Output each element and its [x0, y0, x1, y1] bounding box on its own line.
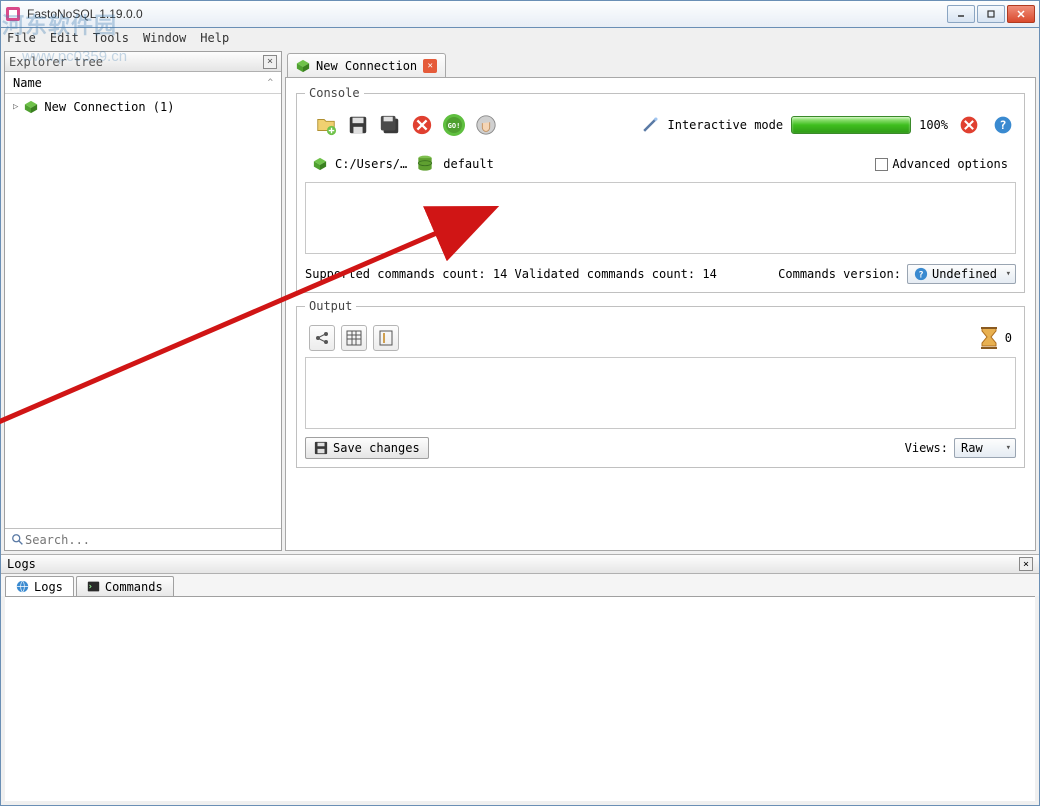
- window-title: FastoNoSQL 1.19.0.0: [27, 7, 947, 21]
- output-legend: Output: [305, 299, 356, 313]
- logs-panel: Logs × Logs Commands: [0, 554, 1040, 806]
- tree-item-connection[interactable]: ▷ New Connection (1): [9, 98, 277, 116]
- logs-tab-logs[interactable]: Logs: [5, 576, 74, 596]
- path-row: C:/Users/… default Advanced options: [305, 148, 1016, 176]
- console-editor[interactable]: [305, 182, 1016, 254]
- detail-icon[interactable]: [373, 325, 399, 351]
- database-icon: [415, 154, 435, 174]
- logs-tab-label: Logs: [34, 580, 63, 594]
- menu-edit[interactable]: Edit: [50, 31, 79, 45]
- tree-item-label: New Connection (1): [44, 100, 174, 114]
- path-label: C:/Users/…: [335, 157, 407, 171]
- floppy-icon: [314, 441, 328, 455]
- go-icon[interactable]: GO!: [441, 112, 467, 138]
- share-icon[interactable]: [309, 325, 335, 351]
- cmd-version-value: Undefined: [932, 267, 997, 281]
- output-fieldset: Output 0 Save changes: [296, 299, 1025, 468]
- explorer-title-label: Explorer tree: [9, 55, 103, 69]
- db-label: default: [443, 157, 494, 171]
- tab-close-icon[interactable]: ✕: [423, 59, 437, 73]
- output-count: 0: [1005, 331, 1012, 345]
- hourglass-icon: [979, 326, 999, 350]
- logs-body[interactable]: [5, 596, 1035, 801]
- help-icon[interactable]: ?: [990, 112, 1016, 138]
- globe-icon: [16, 580, 29, 593]
- logs-tab-commands[interactable]: Commands: [76, 576, 174, 596]
- logs-title: Logs: [7, 557, 36, 571]
- menu-bar: File Edit Tools Window Help: [0, 28, 1040, 48]
- advanced-label: Advanced options: [892, 157, 1008, 171]
- console-status-row: Supported commands count: 14 Validated c…: [305, 260, 1016, 284]
- menu-help[interactable]: Help: [200, 31, 229, 45]
- question-icon: ?: [914, 267, 928, 281]
- hand-icon[interactable]: [473, 112, 499, 138]
- console-fieldset: Console GO! Interactive mode 100% ?: [296, 86, 1025, 293]
- commands-status: Supported commands count: 14 Validated c…: [305, 267, 717, 281]
- db-cube-icon: [313, 157, 327, 171]
- tree-col-name: Name: [13, 76, 42, 90]
- cmd-version-combo[interactable]: ? Undefined: [907, 264, 1016, 284]
- save-icon[interactable]: [345, 112, 371, 138]
- logs-header: Logs ×: [1, 554, 1039, 574]
- views-value: Raw: [961, 441, 983, 455]
- save-all-icon[interactable]: [377, 112, 403, 138]
- save-changes-button[interactable]: Save changes: [305, 437, 429, 459]
- tab-label: New Connection: [316, 59, 417, 73]
- close-button[interactable]: [1007, 5, 1035, 23]
- svg-text:?: ?: [999, 118, 1006, 132]
- db-cube-icon: [24, 100, 38, 114]
- cmd-version-label: Commands version:: [778, 267, 901, 281]
- tree-body: ▷ New Connection (1): [5, 94, 281, 528]
- table-icon[interactable]: [341, 325, 367, 351]
- tab-content: Console GO! Interactive mode 100% ?: [285, 77, 1036, 551]
- output-toolbar: 0: [305, 321, 1016, 355]
- search-input[interactable]: [25, 533, 275, 547]
- wand-icon[interactable]: [640, 115, 660, 135]
- cancel-icon[interactable]: [956, 112, 982, 138]
- maximize-button[interactable]: [977, 5, 1005, 23]
- sort-icon: ^: [268, 78, 273, 88]
- minimize-button[interactable]: [947, 5, 975, 23]
- interactive-mode-label: Interactive mode: [668, 118, 784, 132]
- views-combo[interactable]: Raw: [954, 438, 1016, 458]
- menu-tools[interactable]: Tools: [93, 31, 129, 45]
- explorer-title: Explorer tree ×: [5, 52, 281, 72]
- explorer-panel: Explorer tree × Name ^ ▷ New Connection …: [4, 51, 282, 551]
- svg-text:?: ?: [918, 271, 923, 281]
- window-titlebar: FastoNoSQL 1.19.0.0: [0, 0, 1040, 28]
- console-legend: Console: [305, 86, 364, 100]
- views-label: Views:: [905, 441, 948, 455]
- progress-pct: 100%: [919, 118, 948, 132]
- output-area[interactable]: [305, 357, 1016, 429]
- output-bottom-row: Save changes Views: Raw: [305, 431, 1016, 459]
- stop-icon[interactable]: [409, 112, 435, 138]
- svg-text:GO!: GO!: [448, 122, 461, 130]
- open-file-icon[interactable]: [313, 112, 339, 138]
- logs-close-icon[interactable]: ×: [1019, 557, 1033, 571]
- app-icon: [5, 6, 21, 22]
- db-cube-icon: [296, 59, 310, 73]
- tab-new-connection[interactable]: New Connection ✕: [287, 53, 446, 77]
- tabs-row: New Connection ✕: [285, 51, 1036, 77]
- advanced-checkbox[interactable]: [875, 158, 888, 171]
- search-icon: [11, 533, 25, 547]
- terminal-icon: [87, 580, 100, 593]
- expand-icon[interactable]: ▷: [13, 102, 18, 112]
- save-changes-label: Save changes: [333, 441, 420, 455]
- logs-tabs: Logs Commands: [1, 574, 1039, 596]
- search-box[interactable]: [5, 528, 281, 550]
- menu-file[interactable]: File: [7, 31, 36, 45]
- commands-tab-label: Commands: [105, 580, 163, 594]
- menu-window[interactable]: Window: [143, 31, 186, 45]
- progress-bar: [791, 116, 911, 134]
- explorer-close-icon[interactable]: ×: [263, 55, 277, 69]
- tree-header[interactable]: Name ^: [5, 72, 281, 94]
- console-toolbar: GO! Interactive mode 100% ?: [305, 108, 1016, 148]
